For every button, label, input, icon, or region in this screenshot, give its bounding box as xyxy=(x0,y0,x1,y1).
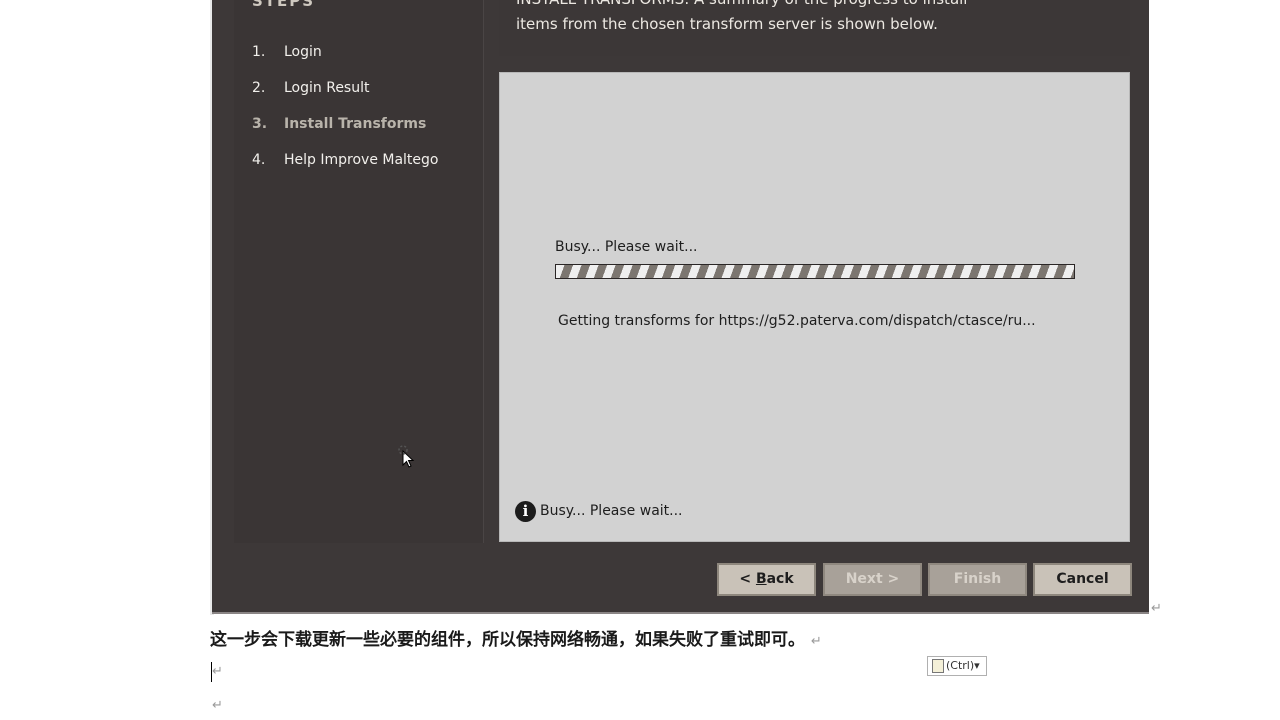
finish-button[interactable]: Finish xyxy=(928,563,1027,596)
cancel-button[interactable]: Cancel xyxy=(1033,563,1132,596)
step-login: 1. Login xyxy=(252,44,322,60)
paragraph-mark: ↵ xyxy=(212,664,223,679)
back-button-prefix: < xyxy=(739,571,756,587)
next-button[interactable]: Next > xyxy=(823,563,922,596)
status-text: Busy... Please wait... xyxy=(540,503,683,519)
step-number: 2. xyxy=(252,80,266,96)
step-label: Login xyxy=(284,44,322,60)
progress-bar xyxy=(555,264,1075,279)
clipboard-icon xyxy=(932,659,944,673)
info-icon: i xyxy=(515,501,536,522)
paste-options-button[interactable]: (Ctrl)▾ xyxy=(927,656,987,676)
window-bottom-border xyxy=(212,612,1149,614)
progress-content-panel xyxy=(499,72,1130,542)
document-paragraph-text: 这一步会下载更新一些必要的组件，所以保持网络畅通，如果失败了重试即可。 xyxy=(210,630,805,650)
step-label: Login Result xyxy=(284,80,370,96)
step-number: 4. xyxy=(252,152,266,168)
step-help-improve: 4. Help Improve Maltego xyxy=(252,152,439,168)
step-label: Help Improve Maltego xyxy=(284,152,439,168)
step-login-result: 2. Login Result xyxy=(252,80,369,96)
back-button-rest: ack xyxy=(766,571,794,587)
step-install-transforms: 3. Install Transforms xyxy=(252,116,426,132)
back-button[interactable]: < Back xyxy=(717,563,816,596)
transform-status-text: Getting transforms for https://g52.pater… xyxy=(558,313,1036,329)
document-paragraph[interactable]: 这一步会下载更新一些必要的组件，所以保持网络畅通，如果失败了重试即可。 ↵ xyxy=(210,625,822,650)
back-button-mnemonic: B xyxy=(755,571,767,587)
busy-cursor-icon xyxy=(398,445,415,468)
step-number: 3. xyxy=(252,116,268,132)
description-line-2: items from the chosen transform server i… xyxy=(516,15,938,33)
paragraph-mark: ↵ xyxy=(1151,601,1162,616)
steps-title: STEPS xyxy=(252,0,316,10)
paragraph-mark: ↵ xyxy=(810,634,822,649)
description-line-1: INSTALL TRANSFORMS: A summary of the pro… xyxy=(516,0,967,8)
paste-options-label: (Ctrl)▾ xyxy=(946,659,980,672)
paragraph-mark: ↵ xyxy=(212,698,223,713)
step-number: 1. xyxy=(252,44,266,60)
busy-label: Busy... Please wait... xyxy=(555,239,698,255)
step-label: Install Transforms xyxy=(284,116,427,132)
progress-bar-fill xyxy=(556,265,1074,278)
